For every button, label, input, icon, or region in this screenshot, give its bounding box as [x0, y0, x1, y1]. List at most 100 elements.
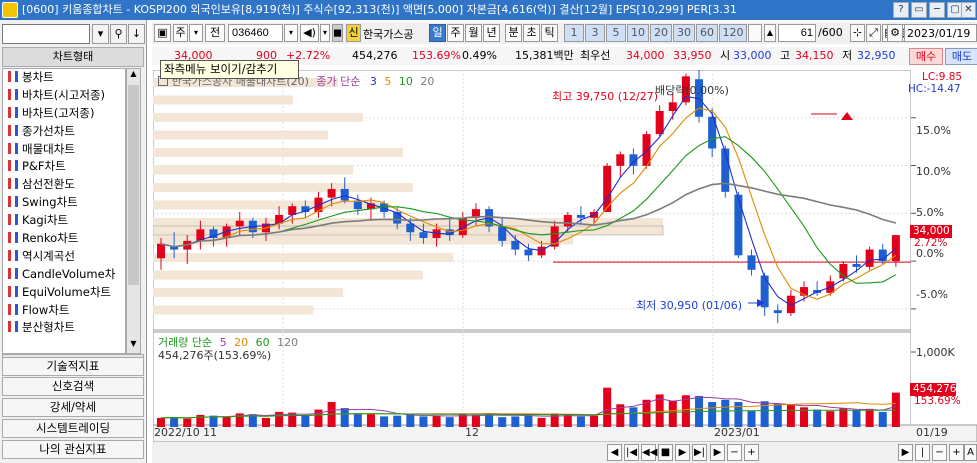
- volume-bar: [524, 415, 533, 427]
- sell-button[interactable]: 매도: [945, 48, 977, 65]
- chart-type-item[interactable]: CandleVolume차: [3, 266, 125, 284]
- num-dropdown-icon[interactable]: [748, 24, 762, 42]
- view-all-button[interactable]: A: [964, 444, 977, 461]
- best-ask: 34,000: [626, 49, 665, 62]
- chart-type-item[interactable]: EquiVolume차트: [3, 284, 125, 302]
- num-5[interactable]: 5: [606, 24, 626, 42]
- menu-signal-search[interactable]: 신호검색: [2, 377, 144, 396]
- ask-label: 최우선: [580, 49, 611, 62]
- candle-body: [524, 249, 533, 256]
- volume-profile-bar: [153, 165, 353, 175]
- stock-chart[interactable]: [153, 70, 977, 463]
- restore-button[interactable]: ▭: [911, 2, 927, 18]
- chart-type-item[interactable]: Swing차트: [3, 194, 125, 212]
- zoom-out-button[interactable]: −: [727, 444, 742, 461]
- close-button[interactable]: ✕: [961, 2, 976, 18]
- num-20[interactable]: 20: [650, 24, 672, 42]
- candle-body: [865, 249, 874, 267]
- period-month[interactable]: 월: [465, 24, 482, 42]
- stock-code-input[interactable]: [228, 24, 283, 42]
- chart-type-item[interactable]: 매물대차트: [3, 141, 125, 159]
- mode-select[interactable]: 주: [173, 24, 188, 42]
- dropdown-button[interactable]: ▾: [92, 24, 109, 44]
- period-second[interactable]: 초: [523, 24, 540, 42]
- zoom-plus-button[interactable]: +: [949, 444, 964, 461]
- menu-system-trading[interactable]: 시스템트레이딩: [2, 419, 144, 438]
- chart-type-item[interactable]: 바차트(고저종): [3, 105, 125, 123]
- zoom-minus-button[interactable]: −: [932, 444, 947, 461]
- legend-series: 종가 단순: [316, 75, 361, 88]
- period-week[interactable]: 주: [447, 24, 464, 42]
- stock-name: 한국가스공: [363, 28, 414, 41]
- num-120[interactable]: 120: [719, 24, 747, 42]
- trade-amount: 15,381백만: [515, 49, 574, 62]
- scroll-thumb[interactable]: [128, 85, 139, 285]
- chart-type-item[interactable]: P&F차트: [3, 158, 125, 176]
- nav-stop-button[interactable]: ■: [658, 444, 673, 461]
- code-dropdown-icon[interactable]: ▾: [284, 24, 298, 42]
- candle-body: [773, 310, 782, 314]
- ytick-minus5: -5.0%: [916, 288, 948, 301]
- nav-next-button[interactable]: ▶|: [692, 444, 707, 461]
- chart-type-label: EquiVolume차트: [22, 284, 111, 299]
- list-scrollbar[interactable]: ▲ ▼: [126, 68, 141, 354]
- cursor-tool-icon[interactable]: ⊹: [850, 24, 865, 42]
- period-tick[interactable]: 틱: [541, 24, 558, 42]
- candle-body: [563, 214, 572, 227]
- num-1[interactable]: 1: [564, 24, 584, 42]
- chart-type-item[interactable]: 역시계곡선: [3, 248, 125, 266]
- search-stock-icon[interactable]: ◼: [332, 24, 343, 42]
- xtick-2023-01: 2023/01: [714, 426, 760, 439]
- minimize-button[interactable]: ─: [929, 2, 945, 18]
- chart-type-item[interactable]: 분산형차트: [3, 319, 125, 337]
- chart-type-item[interactable]: 종가선차트: [3, 123, 125, 141]
- download-icon[interactable]: ↓: [128, 24, 145, 44]
- volume-bar: [380, 416, 389, 427]
- settings-icon[interactable]: ⚙: [887, 24, 903, 42]
- chart-type-list: 봉차트 바차트(시고저종) 바차트(고저종) 종가선차트 매물대차트 P&F차트 삼선전환도…: [2, 68, 126, 354]
- line-tool-icon[interactable]: ⤢: [866, 24, 881, 42]
- menu-technical-indicators[interactable]: 기술적지표: [2, 357, 144, 376]
- bar-count-input[interactable]: [778, 24, 816, 42]
- scroll-next-button[interactable]: ▶: [898, 444, 913, 461]
- scroll-left-button[interactable]: ◀: [607, 444, 622, 461]
- chart-type-item[interactable]: Kagi차트: [3, 212, 125, 230]
- chart-type-icon: [8, 106, 18, 118]
- zoom-in-button[interactable]: +: [744, 444, 759, 461]
- num-10[interactable]: 10: [627, 24, 649, 42]
- period-day[interactable]: 일: [429, 24, 446, 42]
- chart-type-item[interactable]: Renko차트: [3, 230, 125, 248]
- num-3[interactable]: 3: [585, 24, 605, 42]
- sound-dropdown-icon[interactable]: ▾: [320, 24, 330, 42]
- app-logo-icon: [2, 2, 18, 18]
- mode-dropdown-icon[interactable]: ▾: [189, 24, 203, 42]
- chart-type-item[interactable]: Flow차트: [3, 302, 125, 320]
- ma3-label: 3: [369, 75, 377, 88]
- date-input[interactable]: [904, 24, 977, 42]
- help-button[interactable]: ?: [893, 2, 909, 18]
- prev-button[interactable]: 전: [205, 24, 225, 42]
- scroll-right-button[interactable]: ▶: [710, 444, 725, 461]
- nav-play-button[interactable]: ▶: [675, 444, 690, 461]
- search-input[interactable]: [2, 24, 90, 44]
- scroll-up-icon[interactable]: ▲: [127, 69, 140, 83]
- chart-type-item[interactable]: 봉차트: [3, 69, 125, 87]
- chart-type-item[interactable]: 바차트(시고저종): [3, 87, 125, 105]
- volume-profile-bar: [153, 288, 343, 297]
- zoom-up-icon[interactable]: ▲: [764, 24, 776, 42]
- num-30[interactable]: 30: [673, 24, 695, 42]
- nav-first-button[interactable]: |◀: [624, 444, 639, 461]
- buy-button[interactable]: 매수: [909, 48, 943, 65]
- period-minute[interactable]: 분: [505, 24, 522, 42]
- reset-button[interactable]: |: [915, 444, 930, 461]
- nav-prev-button[interactable]: ◀◀: [641, 444, 657, 461]
- menu-strength-weakness[interactable]: 강세/약세: [2, 398, 144, 417]
- chart-type-item[interactable]: 삼선전환도: [3, 176, 125, 194]
- period-year[interactable]: 년: [483, 24, 500, 42]
- menu-my-indicators[interactable]: 나의 관심지표: [2, 440, 144, 459]
- toggle-left-menu-icon[interactable]: ▣: [154, 24, 171, 42]
- num-60[interactable]: 60: [696, 24, 718, 42]
- search-icon[interactable]: ⚲: [110, 24, 127, 44]
- sound-icon[interactable]: ◀): [300, 24, 319, 42]
- scroll-down-icon[interactable]: ▼: [127, 339, 140, 353]
